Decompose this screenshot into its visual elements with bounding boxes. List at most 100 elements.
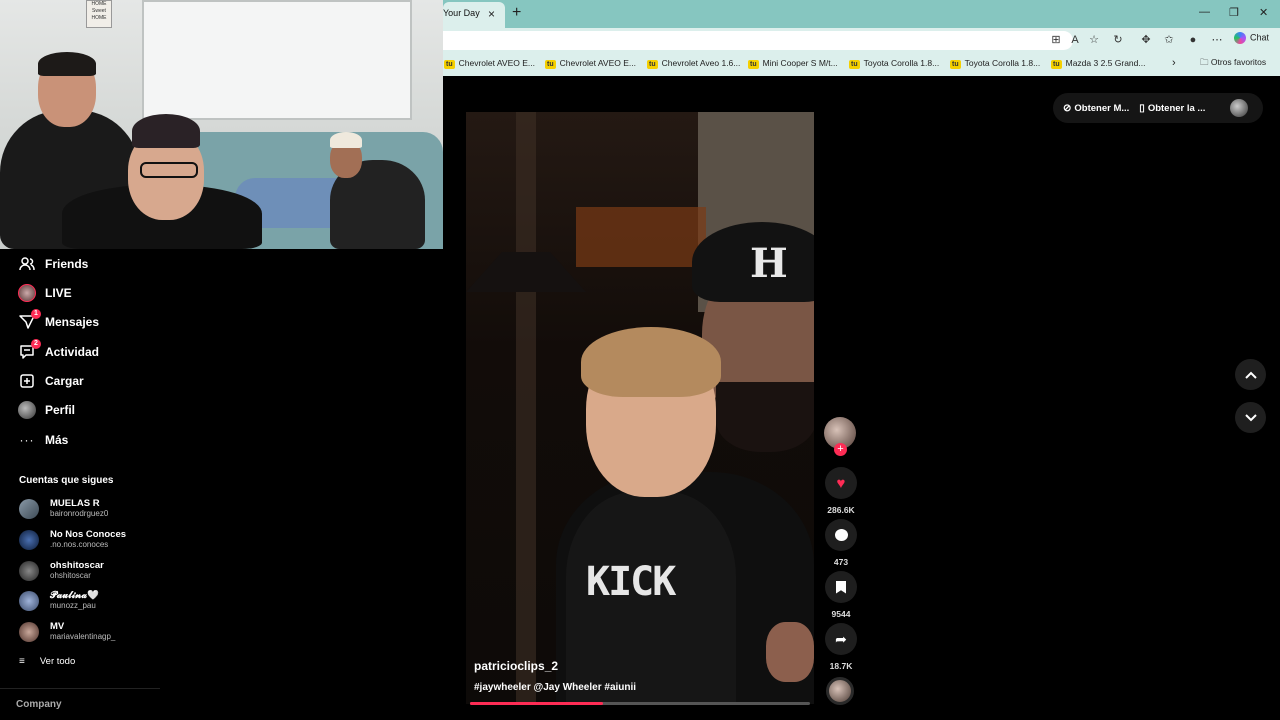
- account-handle: ohshitoscar: [50, 571, 91, 580]
- sidebar-item-more[interactable]: ··· Más: [18, 429, 69, 451]
- bookmark-label: Toyota Corolla 1.8...: [964, 58, 1041, 68]
- video-username[interactable]: patricioclips_2: [474, 659, 558, 673]
- minimize-icon[interactable]: —: [1199, 6, 1210, 18]
- account-name: No Nos Conoces: [50, 529, 127, 540]
- follow-plus-icon[interactable]: +: [834, 443, 847, 456]
- new-tab-button[interactable]: +: [512, 4, 521, 22]
- whiteboard: [142, 0, 412, 120]
- chevron-right-icon[interactable]: ›: [1172, 57, 1176, 69]
- video-scene-wall: [516, 112, 536, 704]
- bookmark-item[interactable]: tu Chevrolet Aveo 1.6...: [647, 58, 740, 69]
- sidebar-item-upload[interactable]: Cargar: [18, 370, 84, 392]
- sidebar-item-messages[interactable]: 1 Mensajes: [18, 309, 100, 333]
- get-app-button[interactable]: ▯ Obtener la ...: [1139, 103, 1205, 114]
- save-button[interactable]: [825, 571, 857, 603]
- bookmark-item[interactable]: tu Mini Cooper S M/t...: [748, 58, 838, 69]
- video-scene-shelf: [576, 207, 706, 267]
- avatar: [19, 591, 39, 611]
- browser-tab-strip: Your Day: [443, 0, 1280, 28]
- company-link[interactable]: Company: [16, 699, 62, 710]
- profile-icon[interactable]: ●: [1186, 33, 1200, 47]
- extensions-icon[interactable]: ✥: [1139, 33, 1153, 47]
- bookmark-label: Chevrolet Aveo 1.6...: [661, 58, 741, 68]
- get-app-label: Obtener la ...: [1147, 102, 1206, 114]
- sidebar-item-activity[interactable]: 2 Actividad: [18, 339, 100, 363]
- sidebar-item-label: Mensajes: [45, 315, 100, 329]
- account-name: MUELAS R: [50, 498, 100, 509]
- sidebar-item-profile[interactable]: Perfil: [18, 399, 75, 421]
- user-avatar[interactable]: [1230, 99, 1248, 117]
- get-coins-label: Obtener M...: [1074, 102, 1130, 114]
- translate-icon[interactable]: A: [1068, 33, 1082, 47]
- share-count: 18.7K: [829, 661, 853, 671]
- video-child-hair: [581, 327, 721, 397]
- followed-account[interactable]: MUELAS Rbaironrodrguez0: [19, 496, 108, 522]
- account-name: MV: [50, 621, 65, 632]
- followed-account[interactable]: 𝓟𝓪𝓾𝓵𝓲𝓷𝓪🤍 munozz_pau: [19, 588, 99, 614]
- star-icon[interactable]: ☆: [1087, 33, 1101, 47]
- copilot-chat-button[interactable]: Chat: [1234, 32, 1269, 44]
- sidebar-item-label: LIVE: [45, 286, 72, 300]
- bookmark-label: Chevrolet AVEO E...: [559, 58, 636, 68]
- menu-icon[interactable]: ⋯: [1210, 33, 1224, 47]
- bookmark-item[interactable]: tu Toyota Corolla 1.8...: [950, 58, 1040, 69]
- more-icon: ···: [19, 433, 35, 447]
- previous-video-button[interactable]: [1235, 359, 1266, 390]
- refresh-icon[interactable]: ↻: [1111, 33, 1125, 47]
- avatar: [19, 622, 39, 642]
- notification-badge: 1: [31, 309, 41, 319]
- account-name: ohshitoscar: [50, 560, 104, 571]
- browser-tab[interactable]: Your Day: [443, 2, 505, 28]
- webcam-overlay: HOME Sweet HOME: [0, 0, 443, 249]
- like-action: ♥ 286.6K: [824, 467, 858, 515]
- browser-toolbar: [443, 28, 1280, 52]
- app-available-icon[interactable]: ⊞: [1049, 33, 1063, 47]
- sound-avatar[interactable]: [826, 677, 854, 705]
- next-video-button[interactable]: [1235, 402, 1266, 433]
- chat-label: Chat: [1250, 32, 1270, 43]
- bookmark-item[interactable]: tu Chevrolet AVEO E...: [444, 58, 535, 69]
- comment-icon: [834, 529, 848, 541]
- video-player[interactable]: H KICK: [466, 112, 814, 704]
- sidebar-item-friends[interactable]: Friends: [18, 253, 88, 275]
- tab-close-icon[interactable]: ×: [488, 7, 495, 21]
- account-name: 𝓟𝓪𝓾𝓵𝓲𝓷𝓪🤍: [50, 590, 99, 601]
- sidebar-item-label: Actividad: [45, 345, 100, 359]
- see-all-button[interactable]: ≡ Ver todo: [19, 656, 75, 667]
- bookmark-item[interactable]: tu Mazda 3 2.5 Grand...: [1051, 58, 1145, 69]
- window-close-icon[interactable]: ✕: [1259, 6, 1268, 19]
- person-glasses: [140, 162, 198, 178]
- like-button[interactable]: ♥: [825, 467, 857, 499]
- person-cap: [132, 114, 200, 148]
- account-handle: mariavalentinagp_: [50, 632, 116, 641]
- sidebar-item-label: Cargar: [45, 374, 84, 388]
- followed-account[interactable]: ohshitoscar ohshitoscar: [19, 558, 104, 584]
- share-button[interactable]: ➦: [825, 623, 857, 655]
- cap-logo: H: [750, 240, 788, 287]
- video-progress-bar[interactable]: [470, 702, 810, 705]
- avatar: [19, 561, 39, 581]
- restore-icon[interactable]: ❐: [1229, 6, 1239, 19]
- site-favicon-icon: tu: [444, 60, 455, 69]
- favorites-icon[interactable]: ✩: [1162, 33, 1176, 47]
- other-bookmarks[interactable]: 🗀 Otros favoritos: [1200, 57, 1266, 71]
- address-field[interactable]: [443, 31, 1073, 50]
- messages-icon: 1: [18, 309, 41, 331]
- tab-title: Your Day: [443, 8, 480, 18]
- site-favicon-icon: tu: [647, 60, 658, 69]
- bookmark-item[interactable]: tu Toyota Corolla 1.8...: [849, 58, 939, 69]
- bookmark-label: Mini Cooper S M/t...: [762, 58, 838, 68]
- site-favicon-icon: tu: [748, 60, 759, 69]
- sidebar-item-live[interactable]: LIVE: [18, 282, 72, 304]
- person-hair: [38, 52, 96, 76]
- coin-icon: ⊘: [1063, 102, 1072, 114]
- comment-button[interactable]: [825, 519, 857, 551]
- get-coins-button[interactable]: ⊘ Obtener M...: [1063, 103, 1129, 114]
- bookmark-item[interactable]: tu Chevrolet AVEO E...: [545, 58, 636, 69]
- followed-account[interactable]: No Nos Conoces .no.nos.conoces: [19, 527, 126, 553]
- heart-icon: ♥: [836, 474, 846, 492]
- followed-account[interactable]: MV mariavalentinagp_: [19, 619, 115, 645]
- bookmark-label: Chevrolet AVEO E...: [458, 58, 535, 68]
- friends-icon: [18, 255, 36, 273]
- phone-icon: ▯: [1139, 102, 1145, 114]
